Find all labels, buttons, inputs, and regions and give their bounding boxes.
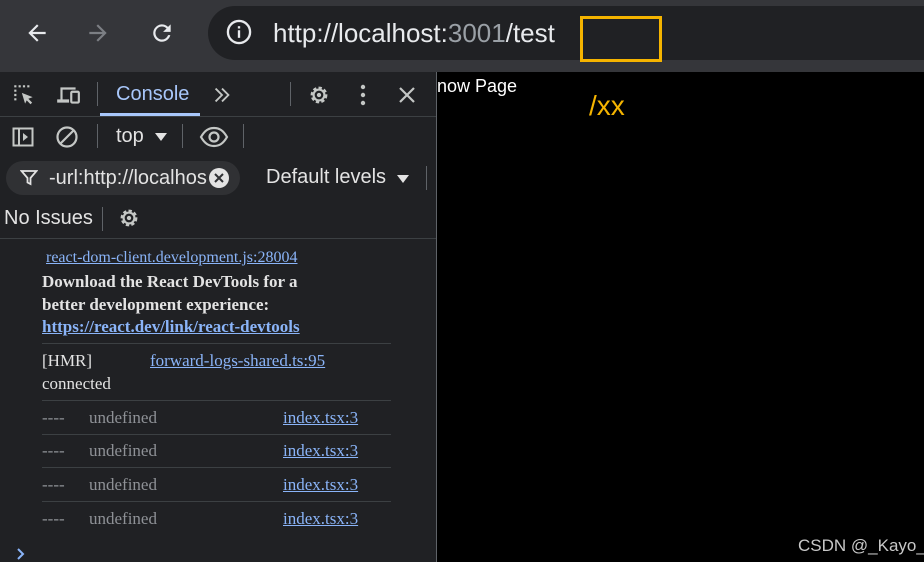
path-label: /xx <box>589 90 625 121</box>
toolbar-border <box>0 116 436 117</box>
reload-icon <box>153 24 171 42</box>
message-text: connected <box>42 374 111 393</box>
url-port: 3001 <box>447 18 506 48</box>
message-divider <box>42 434 391 435</box>
close-devtools-button[interactable] <box>392 80 422 110</box>
dropdown-arrow-icon <box>155 133 167 141</box>
sidebar-panel-icon <box>12 127 34 147</box>
log-levels-dropdown[interactable]: Default levels <box>258 162 418 194</box>
message-source-link[interactable]: index.tsx:3 <box>283 408 358 428</box>
url-host: http://localhost: <box>273 18 448 48</box>
live-expression-button[interactable] <box>196 122 232 152</box>
forward-arrow-icon <box>89 24 107 42</box>
message-source-link[interactable]: forward-logs-shared.ts:95 <box>150 351 325 371</box>
kebab-menu-icon <box>360 84 366 106</box>
settings-button[interactable] <box>304 80 334 110</box>
filter-value: -url:http://localhost:3001 <box>49 167 207 189</box>
more-tabs-button[interactable] <box>206 80 238 110</box>
eye-icon <box>199 126 229 148</box>
dropdown-arrow-icon <box>397 175 409 183</box>
browser-toolbar: http://localhost:3001/test <box>0 0 924 72</box>
gear-icon <box>310 86 328 104</box>
devtools-panel: Console top -url:http://localhos Default… <box>0 72 436 562</box>
log-levels-label: Default levels <box>266 166 387 188</box>
inspect-element-button[interactable] <box>8 80 40 110</box>
message-source-link[interactable]: react-dom-client.development.js:28004 <box>46 249 297 267</box>
close-icon <box>214 173 224 183</box>
inspect-element-icon <box>14 85 33 105</box>
close-icon <box>399 87 415 103</box>
context-selector-label: top <box>116 125 144 147</box>
site-info-icon <box>226 19 252 45</box>
page-viewport: now Page /xx <box>437 72 924 562</box>
toolbar-divider <box>102 207 103 231</box>
message-text: [HMR] <box>42 351 93 370</box>
message-source-link[interactable]: index.tsx:3 <box>283 475 358 495</box>
address-bar[interactable]: http://localhost:3001/test <box>208 6 924 62</box>
clear-console-button[interactable] <box>52 122 82 152</box>
console-prompt-input[interactable] <box>10 542 434 562</box>
url-text: http://localhost:3001/test <box>273 16 662 62</box>
watermark: CSDN @_Kayo_ <box>798 536 924 555</box>
toolbar-divider <box>243 124 244 148</box>
message-value: undefined <box>89 509 157 528</box>
toolbar-divider <box>97 82 98 106</box>
message-value: undefined <box>89 408 157 427</box>
reload-button[interactable] <box>142 14 182 52</box>
double-chevron-right-icon <box>214 87 230 103</box>
site-info-button[interactable] <box>223 16 255 48</box>
message-source-link[interactable]: index.tsx:3 <box>283 509 358 529</box>
toolbar-border <box>0 238 436 239</box>
url-path-highlight <box>580 16 662 62</box>
message-value: undefined <box>89 441 157 460</box>
tab-console[interactable]: Console <box>100 72 200 116</box>
context-selector[interactable]: top <box>104 122 176 152</box>
url-path: /test <box>505 18 555 48</box>
message-divider <box>42 343 391 344</box>
message-divider <box>42 467 391 468</box>
prompt-chevron-icon <box>17 548 25 560</box>
console-filter-input[interactable]: -url:http://localhost:3001 <box>6 161 240 195</box>
device-toolbar-button[interactable] <box>52 80 84 110</box>
toolbar-divider <box>182 124 183 148</box>
filter-icon <box>20 170 38 186</box>
page-heading: now Page <box>437 76 518 96</box>
message-divider <box>42 501 391 502</box>
back-arrow-icon <box>28 24 46 42</box>
toolbar-divider <box>290 82 291 106</box>
message-source-link[interactable]: index.tsx:3 <box>283 441 358 461</box>
tab-console-label: Console <box>116 83 190 105</box>
react-devtools-link[interactable]: https://react.dev/link/react-devtools <box>42 317 300 337</box>
clear-console-icon <box>56 126 78 148</box>
message-divider <box>42 400 391 401</box>
message-prefix: ---- <box>42 509 65 528</box>
forward-button[interactable] <box>78 14 118 52</box>
device-toggle-icon <box>57 87 80 104</box>
clear-filter-button[interactable] <box>209 168 229 188</box>
back-button[interactable] <box>17 14 57 52</box>
message-prefix: ---- <box>42 408 65 427</box>
message-text: better development experience: <box>42 295 270 314</box>
toggle-sidebar-button[interactable] <box>8 122 38 152</box>
gear-icon <box>120 209 138 227</box>
message-prefix: ---- <box>42 441 65 460</box>
console-settings-button[interactable] <box>114 203 144 233</box>
message-prefix: ---- <box>42 475 65 494</box>
toolbar-divider <box>426 166 427 190</box>
toolbar-divider <box>97 124 98 148</box>
message-text: Download the React DevTools for a <box>42 272 298 291</box>
more-options-button[interactable] <box>350 80 376 110</box>
issues-label: No Issues <box>4 207 93 229</box>
message-value: undefined <box>89 475 157 494</box>
